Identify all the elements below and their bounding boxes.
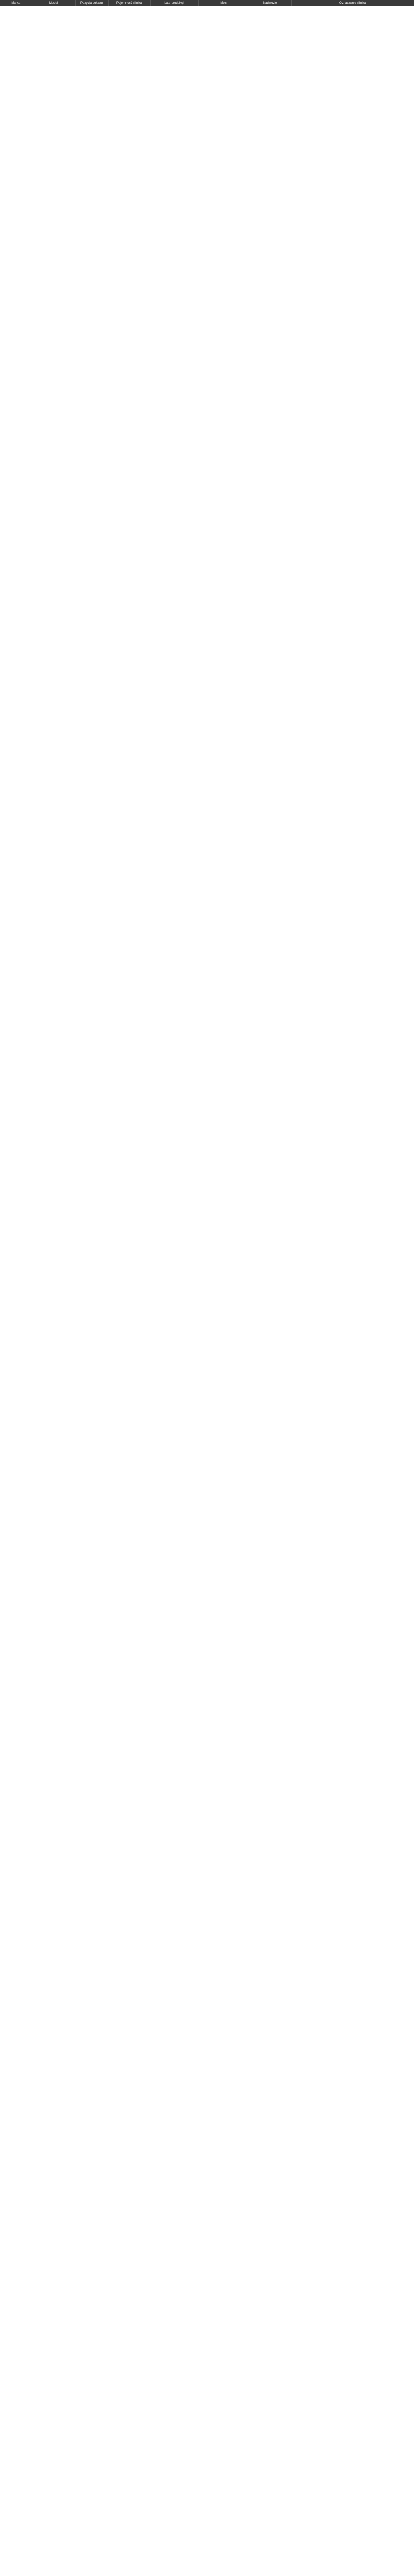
header-oznaczenie-silnika[interactable]: Oznaczenie silnika <box>291 0 414 6</box>
header-pozycja-pokazu[interactable]: Pozycja pokazu <box>75 0 109 6</box>
parts-catalog-table: Marka Model Pozycja pokazu Pojemność sil… <box>0 0 414 6</box>
header-pojemnosc-silnika[interactable]: Pojemność silnika <box>108 0 151 6</box>
header-nadwozie[interactable]: Nadwozie <box>249 0 292 6</box>
header-marka[interactable]: Marka <box>0 0 32 6</box>
header-model[interactable]: Model <box>32 0 76 6</box>
header-moc[interactable]: Moc <box>198 0 249 6</box>
table-header-row: Marka Model Pozycja pokazu Pojemność sil… <box>0 0 414 6</box>
header-lata-produkcji[interactable]: Lata produkcji <box>150 0 199 6</box>
